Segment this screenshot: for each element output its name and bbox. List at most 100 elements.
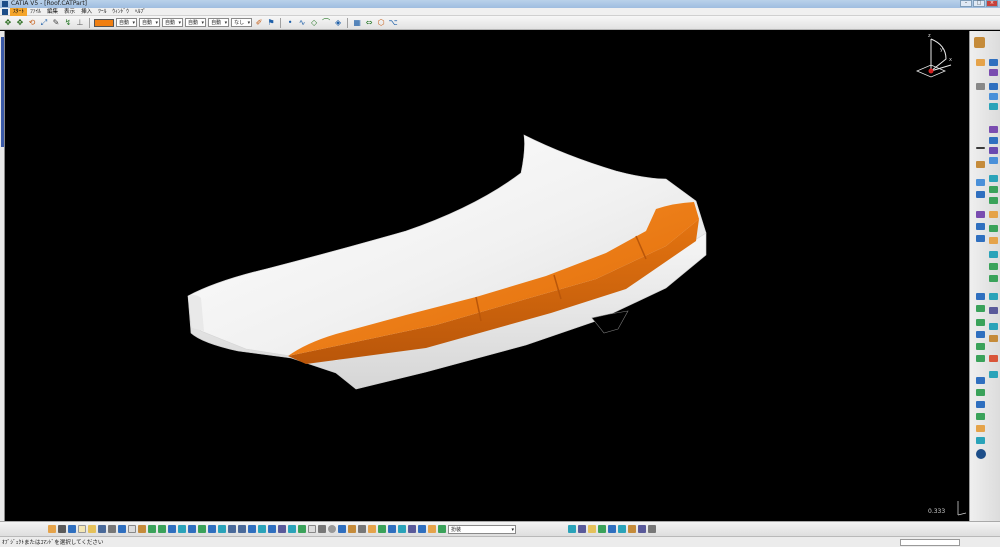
cut-icon[interactable] xyxy=(118,525,126,533)
shell-icon[interactable] xyxy=(989,293,998,300)
menu-help[interactable]: ﾍﾙﾌﾟ xyxy=(132,8,149,16)
swap-visible-icon[interactable] xyxy=(298,525,306,533)
table-icon[interactable] xyxy=(338,525,346,533)
dimension-icon[interactable] xyxy=(418,525,426,533)
tree-scrollbar[interactable] xyxy=(0,31,5,521)
line-thickness-combo[interactable]: 自動 xyxy=(139,18,161,27)
boundary-icon[interactable] xyxy=(989,175,998,182)
transparency-combo[interactable]: 自動 xyxy=(116,18,138,27)
select-arrow-icon[interactable]: ✥ xyxy=(3,18,13,28)
update-icon[interactable] xyxy=(178,525,186,533)
pad-icon[interactable] xyxy=(976,331,985,338)
minimize-button[interactable]: – xyxy=(960,0,972,7)
pan-icon[interactable]: ✥ xyxy=(15,18,25,28)
menu-insert[interactable]: 挿入 xyxy=(78,8,95,16)
tree-icon[interactable]: ⌥ xyxy=(388,18,398,28)
3d-viewport[interactable]: z y x 0.333 xyxy=(6,31,969,521)
environment-icon[interactable] xyxy=(598,525,606,533)
format-painter-icon[interactable]: ✐ xyxy=(254,18,264,28)
analysis-tool-icon[interactable] xyxy=(398,525,406,533)
sketcher-icon[interactable] xyxy=(58,525,66,533)
fly-icon[interactable]: ↯ xyxy=(63,18,73,28)
analysis-icon[interactable]: ▦ xyxy=(352,18,362,28)
material-icon[interactable] xyxy=(318,525,326,533)
grid-icon[interactable] xyxy=(989,307,998,314)
line-draw-icon[interactable] xyxy=(976,147,985,149)
layer-icon[interactable] xyxy=(438,525,446,533)
tree-scrollbar-thumb[interactable] xyxy=(1,37,4,147)
scene-icon[interactable] xyxy=(608,525,616,533)
rotate-tool-icon[interactable] xyxy=(989,197,998,204)
image-icon[interactable] xyxy=(348,525,356,533)
connect-icon[interactable] xyxy=(989,237,998,244)
color-swatch[interactable] xyxy=(94,18,114,27)
turntable-icon[interactable] xyxy=(618,525,626,533)
menu-tools[interactable]: ﾂｰﾙ xyxy=(95,8,109,16)
symmetry-icon[interactable] xyxy=(976,211,985,218)
inertia-icon[interactable]: ⬡ xyxy=(376,18,386,28)
surface-icon[interactable]: ◇ xyxy=(309,18,319,28)
zoom-in-icon[interactable] xyxy=(228,525,236,533)
projection-icon[interactable] xyxy=(989,263,998,270)
catalog-icon[interactable] xyxy=(976,437,985,444)
new-file-icon[interactable] xyxy=(78,525,86,533)
menu-file[interactable]: ﾌｧｲﾙ xyxy=(27,8,44,16)
compass-widget[interactable] xyxy=(915,38,952,78)
redo-icon[interactable] xyxy=(158,525,166,533)
sphere-view-icon[interactable] xyxy=(328,525,336,533)
maximize-button[interactable]: □ xyxy=(973,0,985,7)
pattern-icon[interactable] xyxy=(976,319,985,326)
plane-tool-icon[interactable] xyxy=(976,83,985,90)
power-input-field[interactable] xyxy=(900,539,960,546)
stiffener-icon[interactable] xyxy=(976,377,985,384)
curvature-icon[interactable] xyxy=(408,525,416,533)
view-mode-combo[interactable]: 扮装 xyxy=(448,524,516,534)
pocket-icon[interactable] xyxy=(989,335,998,342)
intersection-icon[interactable] xyxy=(989,275,998,282)
catalog-browser-icon[interactable] xyxy=(358,525,366,533)
hole-icon[interactable] xyxy=(976,343,985,350)
tools-icon[interactable] xyxy=(48,525,56,533)
menu-start[interactable]: ｽﾀｰﾄ xyxy=(10,7,28,16)
normal-view-icon[interactable]: ⊥ xyxy=(75,18,85,28)
paste-icon[interactable] xyxy=(138,525,146,533)
split-icon[interactable] xyxy=(989,157,998,164)
normal-view-button-icon[interactable] xyxy=(248,525,256,533)
fill-icon[interactable] xyxy=(989,126,998,133)
groove-icon[interactable] xyxy=(976,355,985,362)
fit-all-icon[interactable] xyxy=(198,525,206,533)
apply-material-icon[interactable] xyxy=(648,525,656,533)
iso-view-icon[interactable] xyxy=(268,525,276,533)
extract-icon[interactable] xyxy=(976,179,985,186)
shading-icon[interactable] xyxy=(278,525,286,533)
sweep-icon[interactable]: ⌒ xyxy=(321,18,331,28)
layer-combo[interactable]: 自動 xyxy=(208,18,230,27)
multi-view-icon[interactable] xyxy=(258,525,266,533)
menu-view[interactable]: 表示 xyxy=(61,8,78,16)
formula-icon[interactable] xyxy=(976,413,985,420)
comment-icon[interactable] xyxy=(308,525,316,533)
fillet-icon[interactable] xyxy=(989,186,998,193)
line-tool-icon[interactable] xyxy=(989,69,998,76)
translate-icon[interactable] xyxy=(976,191,985,198)
document-icon[interactable] xyxy=(2,8,8,15)
undo-icon[interactable] xyxy=(148,525,156,533)
copy-icon[interactable] xyxy=(128,525,136,533)
join-icon[interactable] xyxy=(989,147,998,154)
inertia-measure-icon[interactable] xyxy=(388,525,396,533)
menu-window[interactable]: ｳｨﾝﾄﾞｳ xyxy=(109,8,132,16)
offset-icon[interactable] xyxy=(989,137,998,144)
arrow-icon[interactable] xyxy=(68,525,76,533)
sketch-icon[interactable] xyxy=(976,59,985,66)
filter-icon[interactable] xyxy=(428,525,436,533)
help-icon[interactable] xyxy=(168,525,176,533)
zoom-icon[interactable]: ⤢ xyxy=(39,18,49,28)
scale-icon[interactable] xyxy=(989,211,998,218)
curve-icon[interactable]: ∿ xyxy=(297,18,307,28)
rib-icon[interactable] xyxy=(989,355,998,362)
rendering-style-combo[interactable]: なし xyxy=(231,18,253,27)
point-icon[interactable]: • xyxy=(285,18,295,28)
render-icon[interactable] xyxy=(568,525,576,533)
measure-between-icon[interactable] xyxy=(368,525,376,533)
properties-icon[interactable]: ⚑ xyxy=(266,18,276,28)
